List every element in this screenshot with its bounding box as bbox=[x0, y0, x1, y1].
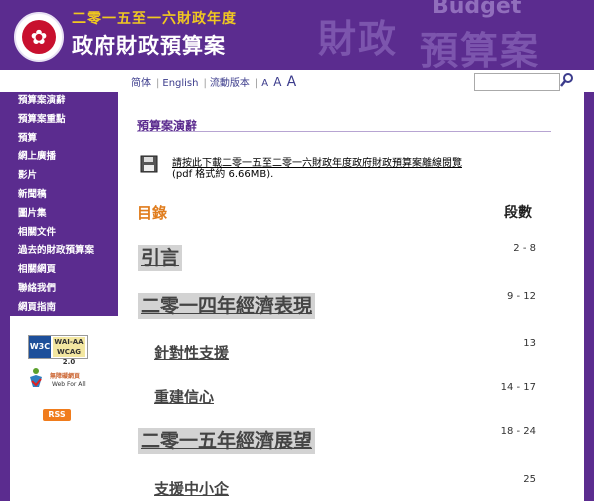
paragraph-column-heading: 段數 bbox=[504, 205, 532, 221]
toc-paragraphs: 13 bbox=[523, 338, 536, 349]
divider: | bbox=[254, 78, 259, 89]
sidebar-item-related-documents[interactable]: 相關文件 bbox=[10, 224, 118, 243]
title-divider bbox=[137, 131, 551, 132]
sidebar-item-highlights[interactable]: 預算案重點 bbox=[10, 111, 118, 130]
web-for-all-badge[interactable]: 無障礙網頁 Web For All bbox=[26, 367, 88, 393]
toc-item-2015-outlook[interactable]: 二零一五年經濟展望 bbox=[138, 428, 316, 454]
sidebar-item-estimates[interactable]: 預算 bbox=[10, 130, 118, 149]
hksar-emblem-logo[interactable]: ✿ bbox=[14, 12, 64, 62]
simplified-chinese-link[interactable]: 简体 bbox=[131, 78, 151, 89]
header-watermark-en: Budget bbox=[432, 0, 522, 19]
toc-item-sme-support[interactable]: 支援中小企 bbox=[154, 478, 229, 499]
toc-item-introduction[interactable]: 引言 bbox=[138, 245, 183, 271]
header-watermark-cn-1: 財政 bbox=[318, 17, 399, 61]
sidebar-nav: 預算案演辭 預算案重點 預算 網上廣播 影片 新聞稿 圖片集 相關文件 過去的財… bbox=[10, 92, 118, 316]
header-watermark-cn-2: 預算案 bbox=[420, 29, 541, 70]
sidebar-item-past-budgets[interactable]: 過去的財政預算案 bbox=[10, 242, 118, 261]
font-size-large-button[interactable]: A bbox=[287, 74, 297, 90]
save-disk-icon[interactable] bbox=[140, 155, 158, 173]
font-size-medium-button[interactable]: A bbox=[273, 75, 281, 89]
sidebar-item-webcast[interactable]: 網上廣播 bbox=[10, 148, 118, 167]
site-header: ✿ 二零一五至一六財政年度 政府財政預算案 Budget 財政 預算案 bbox=[0, 0, 594, 70]
utility-bar: 简体 | English | 流動版本 | A A A bbox=[0, 70, 594, 92]
w3c-wcag-badge[interactable]: W3C WAI-AA WCAG 2.0 bbox=[28, 335, 88, 366]
web-for-all-subtitle: Web For All bbox=[52, 381, 86, 388]
toc-paragraphs: 14 - 17 bbox=[500, 382, 536, 393]
toc-item-2014-economy[interactable]: 二零一四年經濟表現 bbox=[138, 293, 316, 319]
font-size-small-button[interactable]: A bbox=[261, 78, 268, 89]
toc-paragraphs: 9 - 12 bbox=[506, 291, 536, 302]
sidebar-item-contact-us[interactable]: 聯絡我們 bbox=[10, 280, 118, 299]
left-frame-strip bbox=[0, 70, 10, 501]
utility-links: 简体 | English | 流動版本 | A A A bbox=[131, 74, 298, 90]
toc-item-rebuild-confidence[interactable]: 重建信心 bbox=[154, 386, 214, 407]
toc-item-targeted-support[interactable]: 針對性支援 bbox=[154, 342, 229, 363]
sidebar-item-press-releases[interactable]: 新聞稿 bbox=[10, 186, 118, 205]
toc-heading: 目錄 bbox=[137, 204, 168, 222]
header-subtitle: 二零一五至一六財政年度 bbox=[72, 11, 237, 27]
search-input[interactable] bbox=[474, 73, 560, 91]
rss-button[interactable]: RSS bbox=[43, 409, 71, 421]
toc-paragraphs: 25 bbox=[523, 474, 536, 485]
w3c-logo: W3C bbox=[29, 336, 51, 358]
toc-paragraphs: 2 - 8 bbox=[513, 243, 536, 254]
sidebar-item-related-sites[interactable]: 相關網頁 bbox=[10, 261, 118, 280]
mobile-version-link[interactable]: 流動版本 bbox=[210, 78, 250, 89]
download-size-note: (pdf 格式約 6.66MB). bbox=[172, 169, 274, 180]
wcag-level-text: WAI-AA bbox=[54, 338, 84, 346]
wcag-version-text: WCAG 2.0 bbox=[56, 348, 82, 366]
header-title: 政府財政預算案 bbox=[72, 34, 226, 58]
wcag-level-label: WAI-AA WCAG 2.0 bbox=[53, 337, 85, 366]
sidebar-item-site-guide[interactable]: 網頁指南 bbox=[10, 299, 118, 318]
sidebar-item-budget-speech[interactable]: 預算案演辭 bbox=[10, 92, 118, 111]
divider: | bbox=[203, 78, 207, 89]
search-icon[interactable] bbox=[560, 72, 574, 88]
toc-paragraphs: 18 - 24 bbox=[500, 426, 536, 437]
web-for-all-title: 無障礙網頁 bbox=[50, 373, 81, 380]
sidebar-item-videos[interactable]: 影片 bbox=[10, 167, 118, 186]
web-for-all-icon bbox=[30, 368, 42, 387]
right-frame-strip bbox=[584, 70, 594, 501]
divider: | bbox=[156, 78, 160, 89]
sidebar-item-photo-gallery[interactable]: 圖片集 bbox=[10, 205, 118, 224]
english-link[interactable]: English bbox=[162, 78, 198, 89]
bauhinia-icon: ✿ bbox=[22, 20, 56, 54]
